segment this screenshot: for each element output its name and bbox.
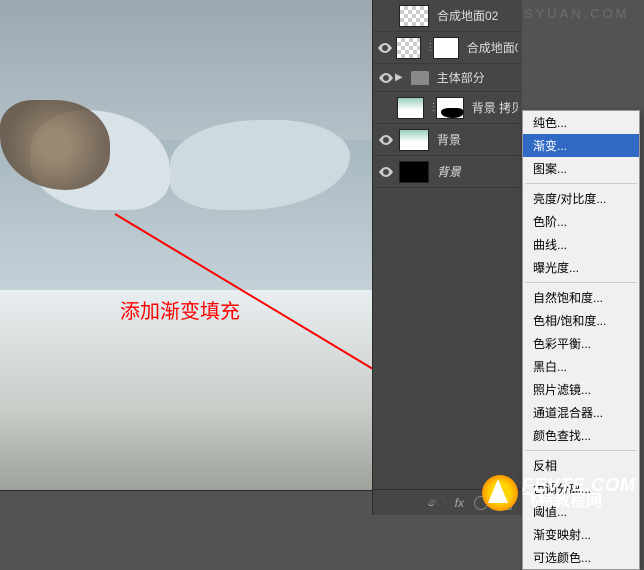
eye-icon xyxy=(379,167,393,177)
watermark-icon xyxy=(482,475,518,511)
menu-item[interactable]: 纯色... xyxy=(523,111,639,134)
layer-thumbnail[interactable] xyxy=(399,5,429,27)
eye-icon xyxy=(379,73,393,83)
layer-mask[interactable] xyxy=(436,97,463,119)
visibility-toggle[interactable] xyxy=(377,39,392,57)
layer-label: 背景 xyxy=(437,163,461,180)
watermark-site: 飞特教程网 xyxy=(522,494,636,510)
menu-item[interactable]: 黑白... xyxy=(523,355,639,378)
layer-thumbnail[interactable] xyxy=(396,37,421,59)
layer-mask[interactable] xyxy=(433,37,458,59)
menu-item[interactable]: 色相/饱和度... xyxy=(523,309,639,332)
layer-row[interactable]: 合成地面02 xyxy=(373,0,522,32)
visibility-toggle[interactable] xyxy=(377,131,395,149)
link-icon: ⋮ xyxy=(425,42,433,53)
folder-arrow-icon[interactable]: ▶ xyxy=(395,72,403,83)
menu-item[interactable]: 图案... xyxy=(523,157,639,180)
menu-item[interactable]: 反相 xyxy=(523,454,639,477)
eye-icon xyxy=(378,43,392,53)
menu-item[interactable]: 渐变... xyxy=(523,134,639,157)
visibility-toggle[interactable] xyxy=(377,163,395,181)
layer-thumbnail[interactable] xyxy=(399,161,429,183)
menu-item[interactable]: 照片滤镜... xyxy=(523,378,639,401)
visibility-toggle[interactable] xyxy=(377,7,395,25)
layer-row[interactable]: 背景 xyxy=(373,124,522,156)
menu-item[interactable]: 曝光度... xyxy=(523,256,639,279)
layer-row[interactable]: 背景 xyxy=(373,156,522,188)
layer-label: 合成地面02 xyxy=(437,7,498,24)
canvas-bottom-bar xyxy=(0,490,372,515)
menu-separator xyxy=(525,282,637,283)
menu-item[interactable]: 可选颜色... xyxy=(523,546,639,569)
menu-item[interactable]: 通道混合器... xyxy=(523,401,639,424)
layer-label: 背景 xyxy=(437,131,461,148)
visibility-toggle[interactable] xyxy=(377,69,395,87)
menu-item[interactable]: 渐变映射... xyxy=(523,523,639,546)
menu-separator xyxy=(525,183,637,184)
menu-item[interactable]: 自然饱和度... xyxy=(523,286,639,309)
layer-thumbnail[interactable] xyxy=(397,97,424,119)
layer-label: 背景 拷贝 xyxy=(472,99,518,116)
fx-label[interactable]: fx xyxy=(455,496,464,510)
watermark-domain: FEVTE.COM xyxy=(522,476,636,494)
layer-row[interactable]: ⋮ 合成地面01 xyxy=(373,32,522,64)
layer-thumbnail[interactable] xyxy=(399,129,429,151)
annotation-text: 添加渐变填充 xyxy=(120,295,240,324)
layer-group-row[interactable]: ▶ 主体部分 xyxy=(373,64,522,92)
menu-item[interactable]: 色阶... xyxy=(523,210,639,233)
layer-label: 主体部分 xyxy=(437,69,485,86)
layer-row[interactable]: ⋮ 背景 拷贝 xyxy=(373,92,522,124)
eye-icon xyxy=(379,135,393,145)
menu-item[interactable]: 色彩平衡... xyxy=(523,332,639,355)
menu-item[interactable]: 曲线... xyxy=(523,233,639,256)
link-icon: ⋮ xyxy=(428,102,436,113)
watermark-logo: FEVTE.COM 飞特教程网 xyxy=(482,475,636,511)
folder-icon xyxy=(411,71,429,85)
menu-separator xyxy=(525,450,637,451)
layer-label: 合成地面01 xyxy=(467,39,518,56)
fx-icon[interactable]: ෙ xyxy=(427,495,445,510)
menu-item[interactable]: 颜色查找... xyxy=(523,424,639,447)
layers-panel: 合成地面02 ⋮ 合成地面01 ▶ 主体部分 ⋮ 背景 拷贝 背景 背景 ෙ f… xyxy=(372,0,522,515)
menu-item[interactable]: 亮度/对比度... xyxy=(523,187,639,210)
visibility-toggle[interactable] xyxy=(377,99,393,117)
canvas-area: 添加渐变填充 xyxy=(0,0,372,490)
